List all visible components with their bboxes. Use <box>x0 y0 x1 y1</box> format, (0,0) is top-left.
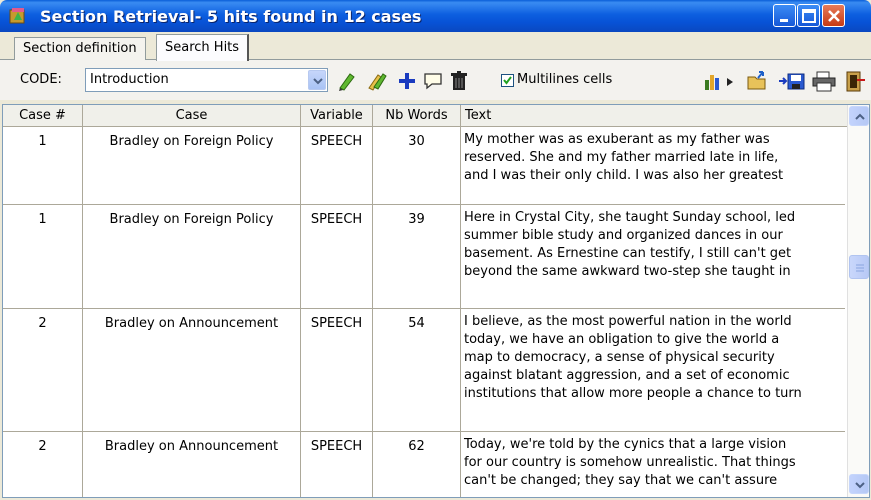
multilines-checkbox[interactable] <box>501 74 514 87</box>
code-label: CODE: <box>20 72 62 87</box>
scroll-up-button[interactable] <box>849 106 869 126</box>
comment-icon[interactable] <box>422 70 444 92</box>
delete-icon[interactable] <box>448 70 470 92</box>
chevron-down-icon <box>313 78 323 85</box>
tab-search-hits[interactable]: Search Hits <box>156 34 250 61</box>
column-header-case-num[interactable]: Case # <box>3 105 83 127</box>
open-folder-icon[interactable] <box>745 70 771 92</box>
scroll-down-button[interactable] <box>849 474 869 494</box>
close-button[interactable] <box>822 4 845 27</box>
cell-text: My mother was as exuberant as my father … <box>464 132 784 183</box>
search-hits-grid[interactable]: Case # Case Variable Nb Words Text 1 Bra… <box>2 104 870 498</box>
tab-section-definition[interactable]: Section definition <box>14 37 146 60</box>
table-row[interactable]: 2 Bradley on Announcement SPEECH 62 Toda… <box>3 432 845 497</box>
chevron-up-icon <box>855 113 865 120</box>
cell-case: Bradley on Announcement <box>83 309 301 431</box>
code-dropdown-button[interactable] <box>308 70 326 90</box>
column-header-nb-words[interactable]: Nb Words <box>373 105 461 127</box>
cell-variable: SPEECH <box>301 309 373 431</box>
cell-variable: SPEECH <box>301 205 373 308</box>
cell-case: Bradley on Foreign Policy <box>83 205 301 308</box>
cell-variable: SPEECH <box>301 127 373 204</box>
exit-door-icon[interactable] <box>843 70 867 92</box>
title-bar[interactable]: Section Retrieval- 5 hits found in 12 ca… <box>0 0 871 32</box>
table-row[interactable]: 1 Bradley on Foreign Policy SPEECH 39 He… <box>3 205 845 309</box>
cell-nb-words: 62 <box>373 432 461 497</box>
app-icon <box>9 8 25 24</box>
add-icon[interactable] <box>396 70 418 92</box>
cell-text: Today, we're told by the cynics that a l… <box>464 437 796 488</box>
cell-variable: SPEECH <box>301 432 373 497</box>
cell-case-num: 2 <box>3 432 83 497</box>
close-icon <box>828 10 840 22</box>
cell-case: Bradley on Foreign Policy <box>83 127 301 204</box>
cell-nb-words: 39 <box>373 205 461 308</box>
checkmark-icon <box>503 76 512 85</box>
export-chart-icon[interactable] <box>703 70 737 92</box>
minimize-button[interactable] <box>773 4 796 27</box>
minimize-icon <box>780 19 788 22</box>
cell-case-num: 1 <box>3 127 83 204</box>
table-row[interactable]: 1 Bradley on Foreign Policy SPEECH 30 My… <box>3 127 845 205</box>
column-header-text[interactable]: Text <box>461 105 847 127</box>
grip-icon <box>856 264 864 272</box>
scroll-thumb[interactable] <box>849 255 869 279</box>
window-title: Section Retrieval- 5 hits found in 12 ca… <box>40 7 422 26</box>
highlight-pen-icon[interactable] <box>336 70 358 92</box>
print-icon[interactable] <box>810 70 838 92</box>
cell-case: Bradley on Announcement <box>83 432 301 497</box>
cell-nb-words: 54 <box>373 309 461 431</box>
cell-case-num: 1 <box>3 205 83 308</box>
vertical-scrollbar[interactable] <box>847 105 869 497</box>
code-dropdown-value: Introduction <box>90 72 169 87</box>
maximize-button[interactable] <box>797 4 820 27</box>
grid-header: Case # Case Variable Nb Words Text <box>3 105 849 127</box>
chevron-down-icon <box>855 482 865 489</box>
column-header-variable[interactable]: Variable <box>301 105 373 127</box>
cell-case-num: 2 <box>3 309 83 431</box>
table-row[interactable]: 2 Bradley on Announcement SPEECH 54 I be… <box>3 309 845 432</box>
section-retrieval-window: Section Retrieval- 5 hits found in 12 ca… <box>0 0 871 500</box>
tab-strip: Section definition Search Hits <box>0 32 871 61</box>
save-icon[interactable] <box>777 70 807 92</box>
code-dropdown[interactable]: Introduction <box>85 68 328 92</box>
column-header-case[interactable]: Case <box>83 105 301 127</box>
multi-highlight-icon[interactable] <box>366 70 388 92</box>
cell-text: Here in Crystal City, she taught Sunday … <box>464 210 796 279</box>
multilines-label: Multilines cells <box>517 72 613 87</box>
cell-text: I believe, as the most powerful nation i… <box>464 314 802 401</box>
toolbar: CODE: Introduction Multilines cells <box>0 60 871 100</box>
cell-nb-words: 30 <box>373 127 461 204</box>
maximize-icon <box>802 9 816 23</box>
